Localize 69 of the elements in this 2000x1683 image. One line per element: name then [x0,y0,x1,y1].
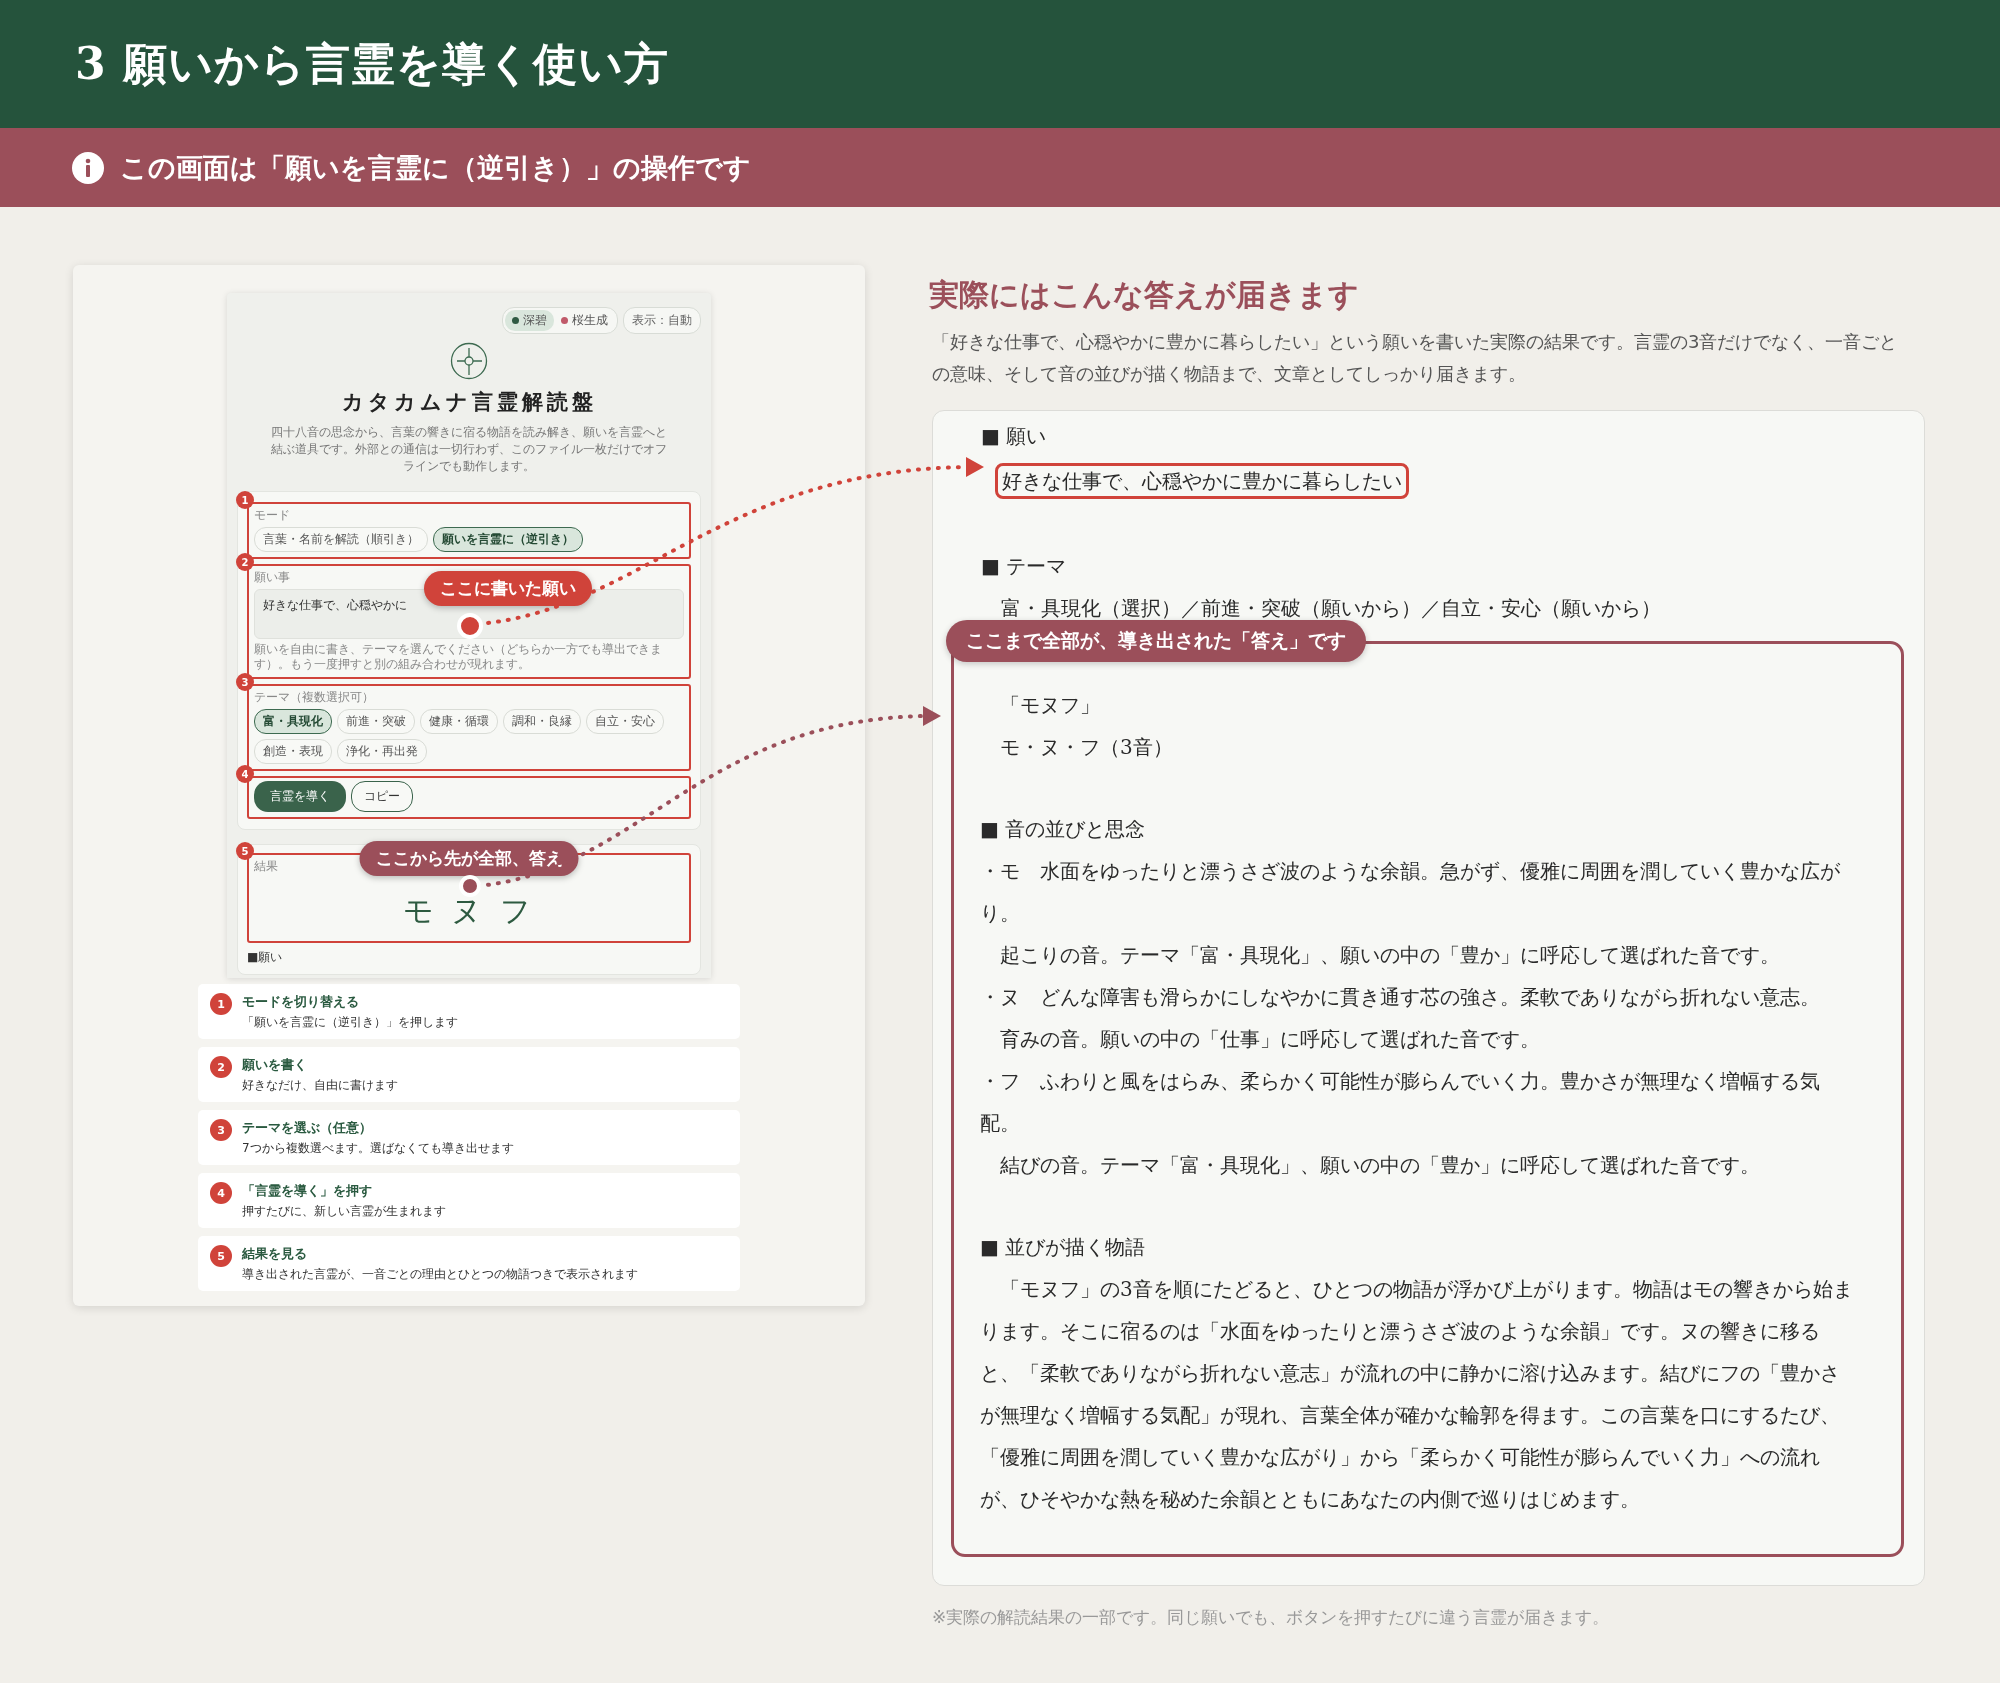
word-line: 「モヌフ」 [999,692,1101,719]
step-title: 願いを書く [242,1055,308,1074]
step-title: テーマを選ぶ（任意） [242,1118,373,1137]
field-label: モード [254,507,290,524]
step-detail: 好きなだけ、自由に書けます [242,1076,398,1094]
step-detail: 7つから複数選べます。選ばなくても導き出せます [242,1139,514,1157]
section-heading: ■願い [247,949,284,966]
page-title: 3 願いから言霊を導く使い方 [75,36,669,91]
step-detail: 導き出された言霊が、一音ごとの理由とひとつの物語つきで表示されます [242,1265,638,1283]
section-heading: ■ 音の並びと思念 [980,816,1147,843]
sound-note: 結びの音。テーマ「富・具現化」、願いの中の「豊か」に呼応して選ばれた音です。 [999,1152,1761,1179]
crosshair-emblem-icon [450,342,488,380]
story-text: 「モヌフ」の3音を順にたどると、ひとつの物語が浮かび上がります。物語はモの響きから始まります。そこに宿るのは「水面をゆったりと漂うさざ波のような余韻」です。ヌの響きに移ると、「柔軟でありながら折れない意志」が流れの中に静かに溶け込みます。結びにフの「豊かさが無理なく増幅する気配」が現れ、言葉全体が確かな輪郭を得ます。この言葉を口にするたび、「優雅に周囲を潤していく豊かな広がり」から「柔らかく可能性が膨らんでいく力」への流れが、ひそやかな熱を秘めた余韻とともにあなたの内側で巡りはじめます。 [980,1276,1854,1513]
mode-option[interactable]: 願いを言霊に（逆引き） [433,527,583,552]
anchor-dot [459,875,481,897]
info-icon [72,151,104,184]
step-number: 3 [210,1119,232,1141]
section-heading: ■ テーマ [981,553,1068,580]
step-title: モードを切り替える [242,992,360,1011]
step-detail: 「願いを言霊に（逆引き）」を押します [242,1013,458,1031]
theme-chip[interactable]: 前進・突破 [337,709,415,734]
sound-note: 育みの音。願いの中の「仕事」に呼応して選ばれた音です。 [999,1026,1541,1053]
palette-option[interactable]: 深碧 [505,310,554,331]
answer-intro: 「好きな仕事で、心穏やかに豊かに暮らしたい」という願いを書いた実際の結果です。言霊の3音だけでなく、一音ごとの意味、そして音の並びが描く物語まで、文章としてしっかり届きます。 [932,330,1899,386]
field-hint: 願いを自由に書き、テーマを選んでください（どちらか一方でも導出できます）。もう一度押すと別の組み合わせが現れます。 [254,642,663,672]
step-number: 4 [210,1182,232,1204]
derive-button[interactable]: 言霊を導く [254,781,346,812]
palette-option[interactable]: 桜生成 [554,310,615,331]
theme-chip[interactable]: 創造・表現 [254,739,332,764]
mode-option[interactable]: 言葉・名前を解読（順引き） [254,527,428,552]
sound-meaning: ・ヌ どんな障害も滑らかにしなやかに貫き通す芯の強さ。柔軟でありながら折れない意志。 [980,984,1821,1011]
sound-meaning: ・モ 水面をゆったりと漂うさざ波のような余韻。急がず、優雅に周囲を潤していく豊かな広がり。 [980,858,1841,927]
sound-meaning: ・フ ふわりと風をはらみ、柔らかく可能性が膨らんでいく力。豊かさが無理なく増幅する気配。 [980,1068,1821,1137]
field-label: 結果 [254,858,278,875]
theme-text: 富・具現化（選択）／前進・突破（願いから）／自立・安心（願いから） [1000,595,1662,622]
field-label: 願い事 [254,569,290,586]
answer-heading: 実際にはこんな答えが届きます [929,276,1360,314]
display-button[interactable]: 表示：自動 [623,307,701,334]
step-number: 2 [210,1056,232,1078]
wish-text: 好きな仕事で、心穏やかに豊かに暮らしたい [995,463,1409,499]
callout-tooltip: ここに書いた願い [423,571,592,606]
theme-chip[interactable]: 浄化・再出発 [337,739,427,764]
app-description: 四十八音の思念から、言葉の響きに宿る物語を読み解き、願いを言霊へと結ぶ道具です。外部との通信は一切行わず、このファイル一枚だけでオフラインでも動作します。 [270,424,668,475]
step-number: 1 [210,993,232,1015]
copy-button[interactable]: コピー [351,781,413,812]
theme-chip[interactable]: 調和・良縁 [503,709,581,734]
step-marker: 2 [236,553,254,571]
step-marker: 5 [236,842,254,860]
step-detail: 押すたびに、新しい言霊が生まれます [242,1202,446,1220]
step-title: 「言霊を導く」を押す [242,1181,373,1200]
step-number: 5 [210,1245,232,1267]
section-heading: ■ 並びが描く物語 [980,1234,1147,1261]
theme-chip[interactable]: 富・具現化 [254,709,332,734]
sound-note: 起こりの音。テーマ「富・具現化」、願いの中の「豊か」に呼応して選ばれた音です。 [999,942,1781,969]
app-title: カタカムナ言霊解読盤 [340,388,598,416]
word-line: モ・ヌ・フ（3音） [999,734,1174,761]
field-label: テーマ（複数選択可） [254,689,374,706]
step-marker: 4 [236,765,254,783]
theme-chip[interactable]: 健康・循環 [420,709,498,734]
notice-text: この画面は「願いを言霊に（逆引き）」の操作です [120,150,751,185]
step-title: 結果を見る [242,1244,308,1263]
step-marker: 3 [236,673,254,691]
result-word: モ ヌ フ [401,892,537,930]
footnote: ※実際の解読結果の一部です。同じ願いでも、ボタンを押すたびに違う言霊が届きます。 [932,1606,1611,1629]
section-heading: ■ 願い [981,423,1048,450]
anchor-dot [457,613,483,639]
theme-chip[interactable]: 自立・安心 [586,709,664,734]
step-marker: 1 [236,491,254,509]
answer-label: ここまで全部が、導き出された「答え」です [946,620,1366,662]
